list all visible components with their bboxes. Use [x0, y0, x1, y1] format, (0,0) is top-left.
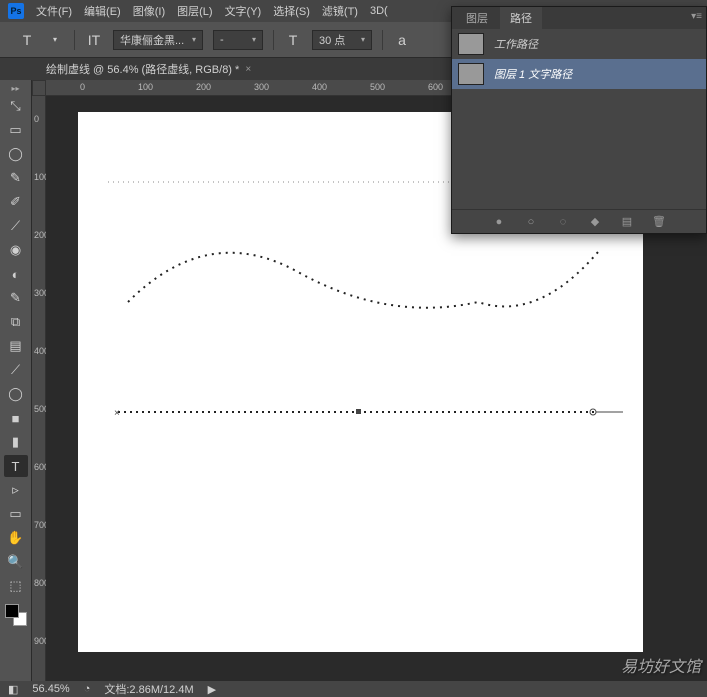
antialias-label: a	[393, 31, 411, 49]
tab-paths[interactable]: 路径	[500, 7, 542, 29]
panel-footer: ● ○ ◌ ◆ ▤ 🗑	[452, 209, 706, 233]
new-path-icon[interactable]: ▤	[620, 215, 634, 229]
vertical-ruler[interactable]: 0 100 200 300 400 500 600 700 800 900	[32, 96, 46, 681]
watermark: 易坊好文馆	[621, 653, 701, 677]
path-name: 工作路径	[494, 36, 538, 52]
color-swatch[interactable]	[5, 604, 27, 626]
navigator-icon[interactable]: ◧	[8, 683, 18, 696]
edit-toolbar[interactable]: ⬚	[4, 575, 28, 597]
pen-tool[interactable]: ▮	[4, 431, 28, 453]
delete-path-icon[interactable]: 🗑	[652, 215, 666, 229]
menu-select[interactable]: 选择(S)	[273, 3, 310, 19]
app-logo: Ps	[8, 3, 24, 19]
wave-dotted-path	[128, 252, 598, 308]
path-to-selection-icon[interactable]: ◌	[556, 215, 570, 229]
zoom-tool[interactable]: 🔍	[4, 551, 28, 573]
menu-layer[interactable]: 图层(L)	[177, 3, 212, 19]
timeline-icon[interactable]: ◔	[84, 683, 91, 695]
zoom-level[interactable]: 56.45%	[32, 683, 69, 695]
eraser-tool[interactable]: ▤	[4, 335, 28, 357]
font-size-icon: T	[284, 31, 302, 49]
menu-filter[interactable]: 滤镜(T)	[322, 3, 358, 19]
lasso-tool[interactable]: ◯	[4, 143, 28, 165]
font-family-dropdown[interactable]: 华康俪金黑...▾	[113, 30, 203, 50]
foreground-color[interactable]	[5, 604, 19, 618]
dodge-tool[interactable]: ■	[4, 407, 28, 429]
blur-tool[interactable]: ◯	[4, 383, 28, 405]
document-info[interactable]: 文档:2.86M/12.4M	[104, 681, 193, 697]
move-tool[interactable]: ⤡	[4, 95, 28, 117]
menu-type[interactable]: 文字(Y)	[225, 3, 262, 19]
wand-tool[interactable]: ✎	[4, 167, 28, 189]
document-title: 绘制虚线 @ 56.4% (路径虚线, RGB/8) *	[46, 61, 239, 77]
panel-tab-bar: 图层 路径 ▾≡	[452, 7, 706, 29]
history-brush-tool[interactable]: ⧉	[4, 311, 28, 333]
path-thumbnail	[458, 63, 484, 85]
stroke-path-icon[interactable]: ○	[524, 215, 538, 229]
path-row[interactable]: 工作路径	[452, 29, 706, 59]
path-row[interactable]: 图层 1 文字路径	[452, 59, 706, 89]
path-anchor-icon: ×	[114, 408, 120, 419]
toolbox: ▸▸ ⤡ ▭ ◯ ✎ ✐ ⟋ ◉ ◐ ✎ ⧉ ▤ ⟋ ◯ ■ ▮ T ▹ ▭ ✋…	[0, 80, 32, 681]
tool-preset-arrow-icon[interactable]: ▾	[46, 31, 64, 49]
menu-image[interactable]: 图像(I)	[133, 3, 165, 19]
status-bar: ◧ 56.45% ◔ 文档:2.86M/12.4M ▶	[0, 681, 707, 697]
divider	[382, 30, 383, 50]
tab-layers[interactable]: 图层	[456, 7, 498, 29]
menu-file[interactable]: 文件(F)	[36, 3, 72, 19]
toolbox-expand-icon[interactable]: ▸▸	[11, 84, 19, 94]
paths-list: 工作路径 图层 1 文字路径	[452, 29, 706, 209]
hand-tool[interactable]: ✋	[4, 527, 28, 549]
stamp-tool[interactable]: ✎	[4, 287, 28, 309]
path-name: 图层 1 文字路径	[494, 66, 572, 82]
divider	[273, 30, 274, 50]
paths-panel: 图层 路径 ▾≡ 工作路径 图层 1 文字路径 ● ○ ◌ ◆ ▤ 🗑	[451, 6, 707, 234]
eyedropper-tool[interactable]: ⟋	[4, 215, 28, 237]
fill-path-icon[interactable]: ●	[492, 215, 506, 229]
path-thumbnail	[458, 33, 484, 55]
menu-edit[interactable]: 编辑(E)	[84, 3, 121, 19]
font-style-dropdown[interactable]: -▾	[213, 30, 263, 50]
gradient-tool[interactable]: ⟋	[4, 359, 28, 381]
panel-menu-icon[interactable]: ▾≡	[691, 11, 702, 22]
text-tool-icon[interactable]: T	[18, 31, 36, 49]
type-tool[interactable]: T	[4, 455, 28, 477]
divider	[74, 30, 75, 50]
ruler-origin[interactable]	[32, 80, 46, 96]
font-size-dropdown[interactable]: 30 点▾	[312, 30, 372, 50]
shape-tool[interactable]: ▭	[4, 503, 28, 525]
path-anchor-icon	[356, 409, 361, 414]
selection-to-path-icon[interactable]: ◆	[588, 215, 602, 229]
text-orient-icon[interactable]: IT	[85, 31, 103, 49]
close-tab-icon[interactable]: ×	[245, 64, 251, 75]
menu-3d[interactable]: 3D(	[370, 5, 388, 17]
info-arrow-icon[interactable]: ▶	[208, 683, 216, 696]
brush-tool[interactable]: ◐	[4, 263, 28, 285]
healing-tool[interactable]: ◉	[4, 239, 28, 261]
crop-tool[interactable]: ✐	[4, 191, 28, 213]
marquee-tool[interactable]: ▭	[4, 119, 28, 141]
document-tab[interactable]: 绘制虚线 @ 56.4% (路径虚线, RGB/8) * ×	[38, 58, 259, 80]
path-select-tool[interactable]: ▹	[4, 479, 28, 501]
